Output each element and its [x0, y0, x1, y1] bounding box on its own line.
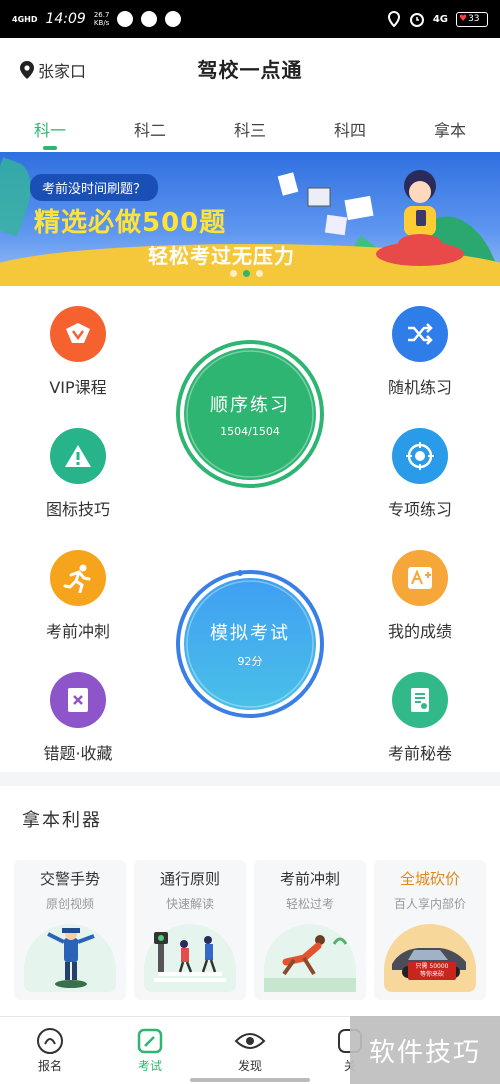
- tool-card-traffic-rules[interactable]: 通行原则 快速解读: [134, 860, 246, 1000]
- battery-icon: ♥ 33: [456, 11, 488, 27]
- tab-subject-2[interactable]: 科二: [100, 100, 200, 152]
- random-practice-label: 随机练习: [387, 378, 452, 397]
- watermark: 软件技巧: [350, 1016, 500, 1084]
- promo-banner[interactable]: 考前没时间刷题？ 精选必做500题 轻松考过无压力: [0, 152, 500, 286]
- network-speed: 26.7 KB/s: [93, 11, 110, 27]
- battery-level: 33: [468, 14, 480, 24]
- tool-card-group-bargain[interactable]: 全城砍价 百人享内部价 只需 50000 等你来砍: [374, 860, 486, 1000]
- sprint-button[interactable]: 考前冲刺: [18, 550, 138, 642]
- secret-paper-icon: [392, 672, 448, 728]
- sprint-label: 考前冲刺: [45, 622, 110, 641]
- mock-exam-score: 92分: [237, 655, 263, 668]
- banner-dot[interactable]: [256, 270, 263, 277]
- secret-paper-label: 考前秘卷: [387, 744, 452, 763]
- tool-card-traffic-gestures[interactable]: 交警手势 原创视频: [14, 860, 126, 1000]
- price-badge-line1: 只需 50000: [415, 963, 449, 970]
- sign-tips-button[interactable]: 图标技巧: [18, 428, 138, 520]
- error-book-icon: [50, 672, 106, 728]
- license-tools-section: 拿本利器 交警手势 原创视频 通行原则 快速解读 考前冲刺 轻松过考 全城砍价 …: [0, 786, 500, 1016]
- traffic-police-illustration: [24, 924, 116, 992]
- my-scores-label: 我的成绩: [387, 622, 452, 641]
- signup-icon: [34, 1025, 66, 1057]
- secret-paper-button[interactable]: 考前秘卷: [360, 672, 480, 764]
- edit-icon: [134, 1025, 166, 1057]
- location-status-icon: [387, 11, 400, 27]
- network-type: 4GHD: [12, 14, 38, 24]
- message-icon: [165, 11, 182, 27]
- banner-pagination: [230, 270, 263, 277]
- price-badge-line2: 等你来砍: [419, 971, 444, 978]
- app-header: 张家口 驾校一点通: [0, 38, 500, 100]
- nav-label: 考试: [137, 1059, 162, 1073]
- runner-icon: [50, 550, 106, 606]
- banner-question: 考前没时间刷题？: [30, 174, 159, 201]
- practice-grid: VIP课程 随机练习 图标技巧 专项练习 考前冲刺 我的成绩 错题·收藏 考前秘…: [0, 286, 500, 772]
- vip-course-button[interactable]: VIP课程: [18, 306, 138, 398]
- special-practice-button[interactable]: 专项练习: [360, 428, 480, 520]
- mock-exam-button[interactable]: 模拟考试 92分: [174, 568, 326, 720]
- signal-label: 4G: [432, 13, 448, 25]
- banner-dot-active[interactable]: [243, 270, 250, 277]
- card-subtitle: 原创视频: [45, 897, 94, 911]
- random-practice-button[interactable]: 随机练习: [360, 306, 480, 398]
- grade-icon: [392, 550, 448, 606]
- mistakes-favorites-label: 错题·收藏: [43, 744, 113, 763]
- card-subtitle: 轻松过考: [285, 897, 334, 911]
- shuffle-icon: [392, 306, 448, 362]
- nav-signup[interactable]: 报名: [0, 1017, 100, 1084]
- my-scores-button[interactable]: 我的成绩: [360, 550, 480, 642]
- vip-icon: [50, 306, 106, 362]
- card-title: 交警手势: [39, 870, 100, 888]
- nav-label: 发现: [237, 1059, 262, 1073]
- card-subtitle: 快速解读: [165, 897, 214, 911]
- page-title: 驾校一点通: [197, 58, 303, 82]
- tab-get-license[interactable]: 拿本: [400, 100, 500, 152]
- sign-tips-label: 图标技巧: [45, 500, 110, 519]
- notification-icon: [117, 11, 134, 27]
- banner-dot[interactable]: [230, 270, 237, 277]
- car-deal-illustration: 只需 50000 等你来砍: [384, 924, 476, 992]
- tool-card-exam-sprint[interactable]: 考前冲刺 轻松过考: [254, 860, 366, 1000]
- sequential-practice-button[interactable]: 顺序练习 1504/1504: [174, 338, 326, 490]
- clock: 14:09: [45, 11, 86, 27]
- card-subtitle: 百人享内部价: [393, 897, 466, 911]
- nav-exam[interactable]: 考试: [100, 1017, 200, 1084]
- nav-discover[interactable]: 发现: [200, 1017, 300, 1084]
- crosswalk-illustration: [144, 924, 236, 992]
- status-bar: 4GHD 14:09 26.7 KB/s 4G ♥ 33: [0, 0, 500, 38]
- warning-sign-icon: [50, 428, 106, 484]
- tab-subject-4[interactable]: 科四: [300, 100, 400, 152]
- sequential-title: 顺序练习: [210, 394, 290, 416]
- card-title: 通行原则: [159, 870, 220, 888]
- special-practice-label: 专项练习: [387, 500, 452, 519]
- app-screen: 4GHD 14:09 26.7 KB/s 4G ♥ 33 张家口 驾校一点通 科一…: [0, 0, 500, 1084]
- girl-reading-illustration: [277, 170, 464, 266]
- nav-label: 报名: [37, 1059, 62, 1073]
- price-badge: 只需 50000 等你来砍: [408, 962, 456, 980]
- target-icon: [392, 428, 448, 484]
- vip-course-label: VIP课程: [49, 378, 107, 397]
- mistakes-favorites-button[interactable]: 错题·收藏: [18, 672, 138, 764]
- qq-icon: [141, 11, 158, 27]
- runner-start-illustration: [264, 924, 356, 992]
- card-title: 全城砍价: [399, 870, 460, 888]
- mock-exam-title: 模拟考试: [210, 623, 290, 644]
- home-indicator[interactable]: [190, 1078, 310, 1082]
- eye-icon: [234, 1025, 266, 1057]
- tab-subject-1[interactable]: 科一: [0, 100, 100, 152]
- banner-headline: 精选必做500题: [34, 208, 227, 238]
- card-title: 考前冲刺: [279, 870, 340, 888]
- subject-tabs: 科一 科二 科三 科四 拿本: [0, 100, 500, 152]
- sequential-progress: 1504/1504: [220, 424, 280, 438]
- alarm-icon: [409, 13, 424, 27]
- tab-subject-3[interactable]: 科三: [200, 100, 300, 152]
- section-title: 拿本利器: [22, 810, 102, 831]
